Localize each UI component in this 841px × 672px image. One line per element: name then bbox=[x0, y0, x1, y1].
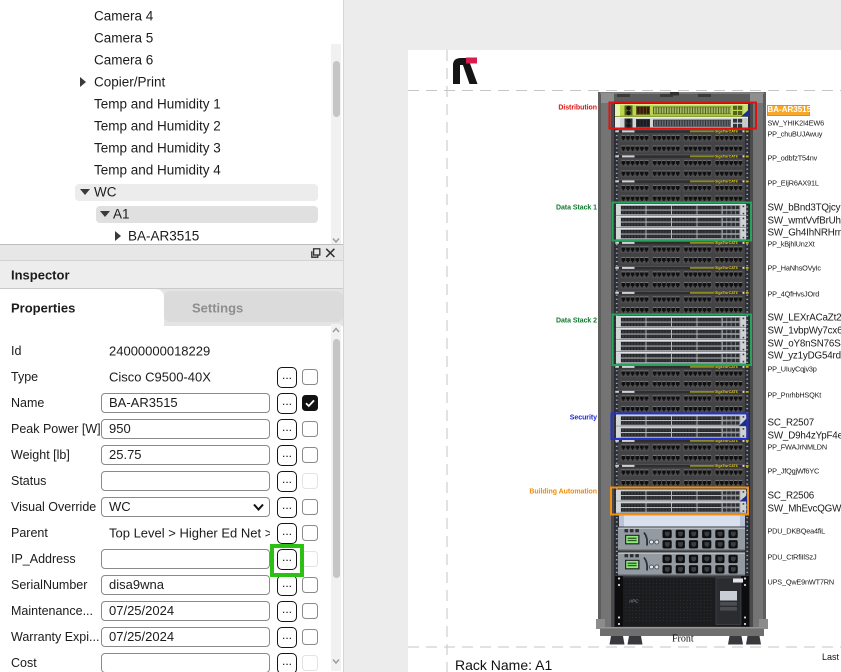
svg-text:GigaTwrCAT6: GigaTwrCAT6 bbox=[715, 390, 738, 394]
svg-text:GigaTwrCAT6: GigaTwrCAT6 bbox=[715, 180, 738, 184]
svg-text:GigaTwrCAT6: GigaTwrCAT6 bbox=[715, 266, 738, 270]
svg-text:GigaTwrCAT6: GigaTwrCAT6 bbox=[715, 464, 738, 468]
svg-text:GigaTwrCAT6: GigaTwrCAT6 bbox=[715, 241, 738, 245]
svg-text:GigaTwrCAT6: GigaTwrCAT6 bbox=[715, 130, 738, 134]
svg-text:GigaTwrCAT6: GigaTwrCAT6 bbox=[715, 291, 738, 295]
svg-text:APC: APC bbox=[628, 599, 639, 604]
svg-text:GigaTwrCAT6: GigaTwrCAT6 bbox=[715, 155, 738, 159]
